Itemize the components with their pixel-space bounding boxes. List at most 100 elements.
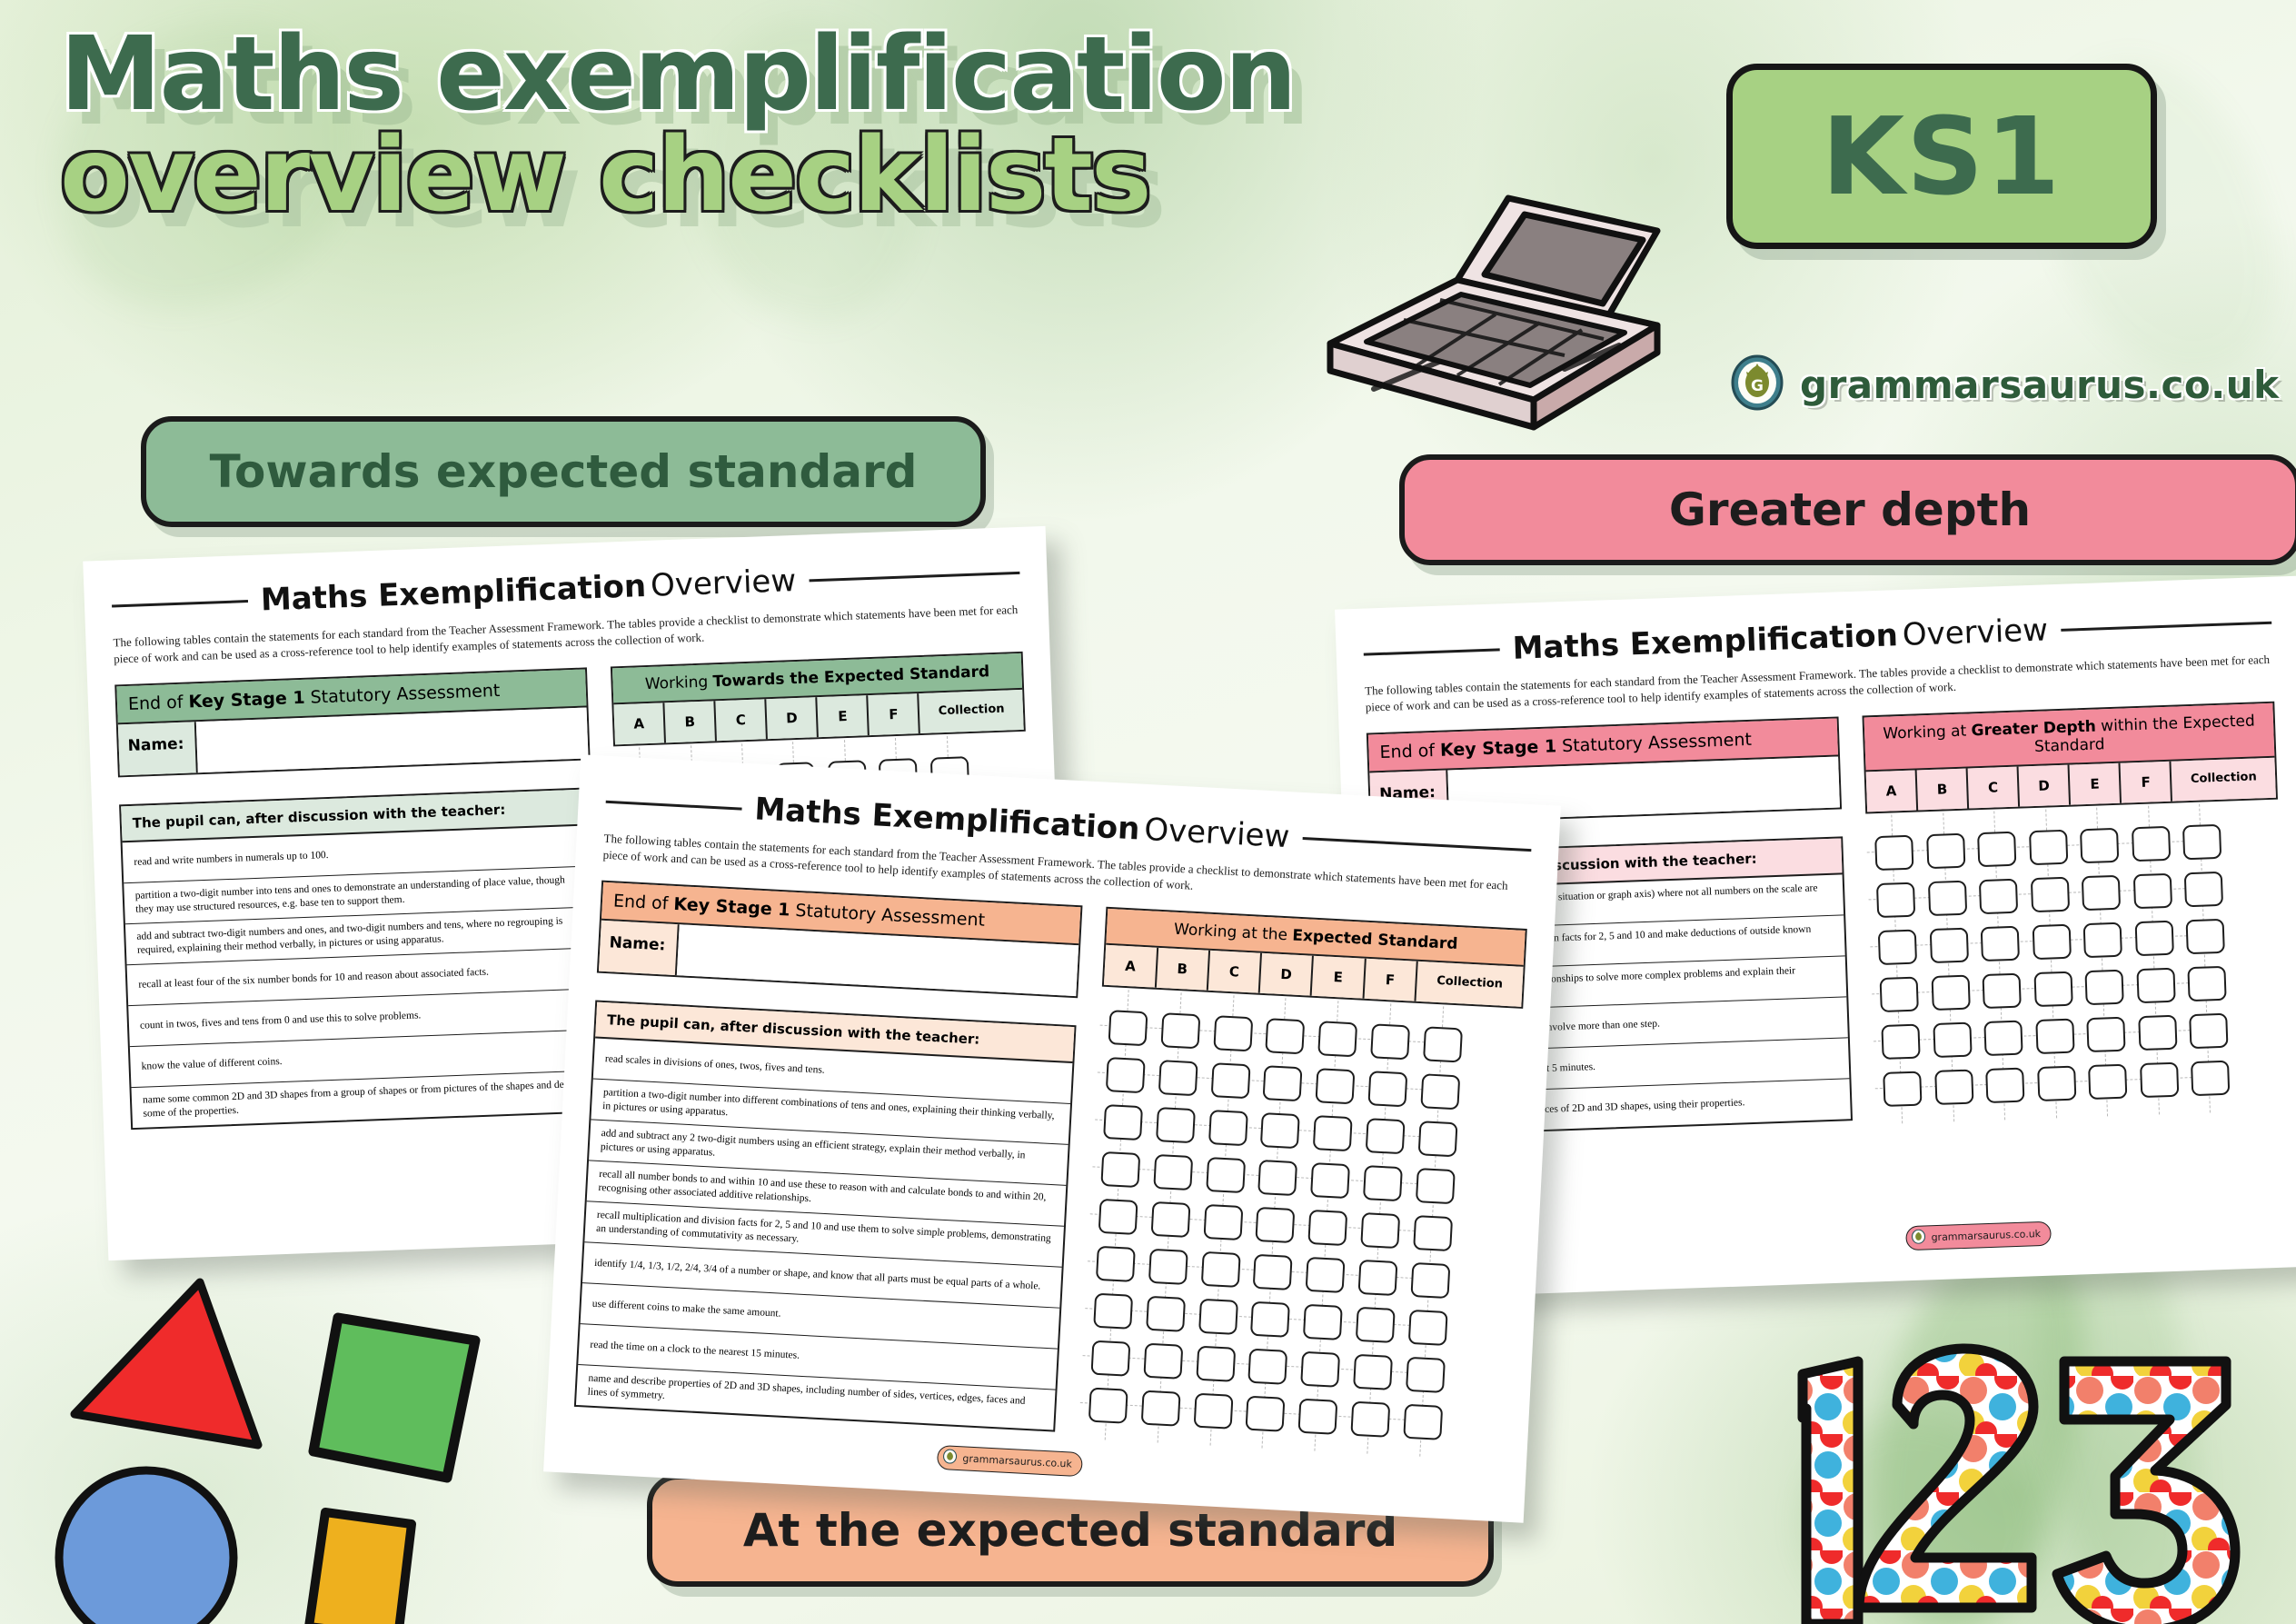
- checkbox[interactable]: [2032, 923, 2072, 961]
- checkbox[interactable]: [1106, 1056, 1146, 1094]
- checkbox[interactable]: [1158, 1059, 1198, 1097]
- checkbox[interactable]: [2134, 920, 2174, 957]
- checkbox[interactable]: [1407, 1309, 1448, 1346]
- checkbox[interactable]: [1260, 1111, 1301, 1150]
- checkbox[interactable]: [2191, 1060, 2231, 1097]
- checkbox[interactable]: [1933, 1021, 1973, 1058]
- checkbox[interactable]: [1247, 1348, 1288, 1385]
- checkbox-field[interactable]: [1865, 802, 2289, 1125]
- checkbox[interactable]: [1925, 832, 1966, 870]
- checkbox[interactable]: [1405, 1356, 1446, 1393]
- checkbox[interactable]: [1262, 1065, 1303, 1102]
- checkbox[interactable]: [2084, 969, 2124, 1006]
- checkbox[interactable]: [1140, 1390, 1181, 1427]
- checkbox[interactable]: [1874, 834, 1914, 872]
- checkbox[interactable]: [1098, 1198, 1138, 1235]
- checkbox[interactable]: [1307, 1209, 1348, 1246]
- checkbox[interactable]: [2132, 872, 2172, 910]
- checkbox[interactable]: [1357, 1259, 1398, 1296]
- checkbox[interactable]: [1879, 976, 1920, 1012]
- checkbox[interactable]: [1317, 1021, 1358, 1058]
- checkbox[interactable]: [1203, 1203, 1244, 1240]
- checkbox-field[interactable]: [1078, 989, 1523, 1461]
- checkbox[interactable]: [2136, 967, 2176, 1004]
- checkbox[interactable]: [1146, 1295, 1187, 1332]
- checkbox[interactable]: [1412, 1214, 1453, 1252]
- banner-greater-depth[interactable]: Greater depth: [1399, 454, 2296, 565]
- checkbox[interactable]: [1931, 974, 1971, 1011]
- checkbox[interactable]: [1927, 880, 1967, 917]
- checkbox[interactable]: [2034, 1018, 2075, 1054]
- checkbox[interactable]: [1198, 1298, 1238, 1335]
- checkbox[interactable]: [2185, 918, 2225, 955]
- checkbox[interactable]: [2137, 1014, 2178, 1051]
- checkbox[interactable]: [1196, 1345, 1236, 1382]
- checkbox[interactable]: [1876, 882, 1916, 918]
- checkbox[interactable]: [2139, 1061, 2179, 1099]
- checkbox[interactable]: [1367, 1071, 1408, 1108]
- checkbox[interactable]: [1417, 1121, 1458, 1158]
- checklist-sheet-expected[interactable]: Maths Exemplification Overview The follo…: [543, 754, 1561, 1523]
- checkbox[interactable]: [1352, 1353, 1393, 1390]
- checkbox[interactable]: [1096, 1245, 1137, 1282]
- checkbox[interactable]: [1365, 1118, 1406, 1155]
- checkbox[interactable]: [1155, 1106, 1196, 1144]
- checkbox[interactable]: [1250, 1300, 1291, 1338]
- checkbox[interactable]: [1881, 1023, 1921, 1060]
- checkbox[interactable]: [1265, 1018, 1306, 1055]
- checkbox[interactable]: [1297, 1398, 1338, 1435]
- checkbox[interactable]: [1303, 1303, 1343, 1340]
- checkbox[interactable]: [2182, 823, 2222, 861]
- checkbox[interactable]: [1312, 1114, 1353, 1152]
- checkbox[interactable]: [1350, 1400, 1391, 1438]
- banner-towards-expected-standard[interactable]: Towards expected standard: [141, 416, 986, 527]
- checkbox[interactable]: [1362, 1164, 1403, 1202]
- checkbox[interactable]: [1245, 1395, 1286, 1432]
- checkbox[interactable]: [2080, 827, 2120, 864]
- checkbox[interactable]: [1419, 1073, 1460, 1111]
- checkbox[interactable]: [1093, 1292, 1134, 1330]
- checkbox[interactable]: [1933, 1069, 1974, 1105]
- checkbox[interactable]: [1200, 1250, 1241, 1288]
- checkbox[interactable]: [1088, 1387, 1128, 1424]
- checkbox[interactable]: [2088, 1063, 2128, 1100]
- checkbox[interactable]: [1153, 1153, 1194, 1191]
- checkbox[interactable]: [1929, 927, 1969, 963]
- checkbox[interactable]: [1108, 1010, 1148, 1047]
- checkbox[interactable]: [2081, 874, 2122, 912]
- checkbox[interactable]: [1210, 1062, 1251, 1100]
- checkbox[interactable]: [1315, 1068, 1356, 1105]
- checkbox[interactable]: [1103, 1103, 1144, 1141]
- checkbox[interactable]: [2183, 871, 2224, 908]
- checkbox[interactable]: [1300, 1350, 1341, 1388]
- checkbox[interactable]: [1985, 1067, 2025, 1103]
- checkbox[interactable]: [1877, 929, 1918, 965]
- checkbox[interactable]: [1160, 1012, 1201, 1050]
- checkbox[interactable]: [1410, 1261, 1450, 1299]
- checkbox[interactable]: [1253, 1253, 1294, 1290]
- checkbox[interactable]: [1305, 1256, 1346, 1293]
- checkbox[interactable]: [2189, 1012, 2229, 1050]
- checkbox[interactable]: [1193, 1392, 1234, 1430]
- checkbox[interactable]: [1143, 1342, 1184, 1380]
- checkbox[interactable]: [1983, 1020, 2023, 1056]
- checkbox[interactable]: [2033, 971, 2073, 1008]
- checkbox[interactable]: [2086, 1016, 2126, 1053]
- checkbox[interactable]: [2187, 965, 2227, 1002]
- checkbox[interactable]: [1355, 1306, 1396, 1343]
- checkbox[interactable]: [1370, 1023, 1410, 1061]
- checkbox[interactable]: [1422, 1026, 1463, 1063]
- checkbox[interactable]: [1402, 1403, 1443, 1440]
- checkbox[interactable]: [2028, 829, 2068, 866]
- checkbox[interactable]: [1255, 1206, 1296, 1243]
- checkbox[interactable]: [2082, 922, 2123, 959]
- checkbox[interactable]: [1208, 1109, 1248, 1147]
- checkbox[interactable]: [1150, 1201, 1191, 1238]
- checkbox[interactable]: [2036, 1065, 2077, 1101]
- checkbox[interactable]: [1257, 1159, 1298, 1197]
- checkbox[interactable]: [1205, 1156, 1246, 1194]
- checkbox[interactable]: [1310, 1161, 1351, 1200]
- checkbox[interactable]: [1883, 1071, 1923, 1107]
- checkbox[interactable]: [2030, 876, 2070, 913]
- checkbox[interactable]: [1100, 1151, 1141, 1188]
